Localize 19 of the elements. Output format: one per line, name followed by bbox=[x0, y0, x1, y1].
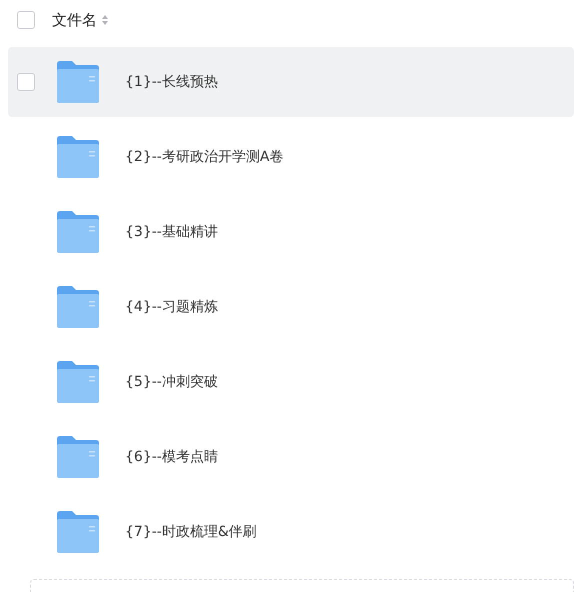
folder-name[interactable]: {5}--冲刺突破 bbox=[125, 372, 218, 392]
folder-icon bbox=[55, 285, 101, 329]
folder-name[interactable]: {7}--时政梳理&伴刷 bbox=[125, 522, 257, 542]
folder-icon bbox=[55, 360, 101, 404]
folder-icon bbox=[55, 435, 101, 479]
folder-icon bbox=[55, 510, 101, 554]
folder-icon bbox=[55, 135, 101, 179]
folder-icon bbox=[55, 60, 101, 104]
folder-name[interactable]: {2}--考研政治开学测A卷 bbox=[125, 146, 284, 168]
sort-icon[interactable] bbox=[101, 14, 109, 26]
folder-row[interactable]: {1}--长线预热 bbox=[8, 47, 574, 117]
column-header[interactable]: 文件名 bbox=[52, 8, 97, 32]
folder-name[interactable]: {4}--习题精炼 bbox=[125, 296, 218, 318]
checkbox[interactable] bbox=[17, 11, 35, 29]
folder-name[interactable]: {6}--模考点睛 bbox=[125, 446, 218, 468]
folder-name[interactable]: {3}--基础精讲 bbox=[125, 222, 218, 242]
folder-name[interactable]: {1}--长线预热 bbox=[125, 72, 218, 92]
folder-icon bbox=[55, 210, 101, 254]
checkbox[interactable] bbox=[17, 73, 35, 91]
